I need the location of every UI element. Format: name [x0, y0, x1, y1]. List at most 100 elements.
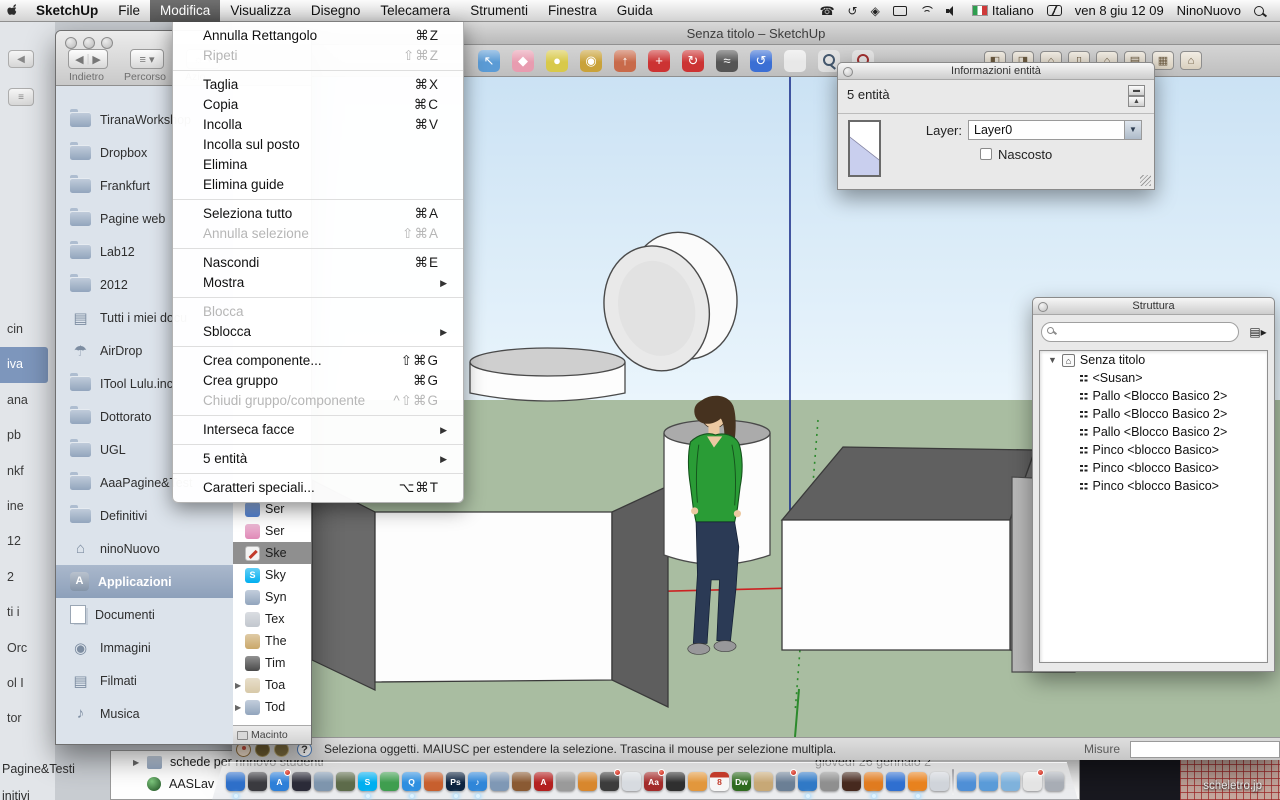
shaded-edges-view-icon[interactable]: ▦ — [1152, 51, 1174, 70]
user-menu[interactable]: NinoNuovo — [1177, 3, 1241, 18]
disclosure-triangle-icon[interactable]: ▶ — [235, 703, 245, 712]
paint-bucket-icon[interactable]: ◉ — [580, 50, 602, 72]
file-row[interactable]: ▶ Tod — [233, 696, 312, 718]
menu-item[interactable]: Chiudi gruppo/componente ^⇧⌘G — [173, 391, 463, 411]
trash-icon[interactable] — [1045, 772, 1064, 791]
acrobat-icon[interactable]: A — [534, 772, 553, 791]
close-icon[interactable] — [843, 67, 853, 77]
layer-dropdown[interactable]: Layer0 ▼ — [968, 120, 1142, 140]
menu-item[interactable]: Elimina — [173, 155, 463, 175]
menubar-menu[interactable]: Guida — [607, 0, 663, 22]
photoshop-icon[interactable]: Ps — [446, 772, 465, 791]
menu-item[interactable]: Annulla selezione ⇧⌘A — [173, 224, 463, 244]
photos-app-icon[interactable] — [314, 772, 333, 791]
tree-root-row[interactable]: ▼ ⌂ Senza titolo — [1040, 351, 1267, 369]
ical-icon[interactable]: 8 — [710, 772, 729, 791]
wireframe-view-icon[interactable]: ⌂ — [1180, 51, 1202, 70]
menu-item[interactable]: Nascondi ⌘E — [173, 253, 463, 273]
pen-app-icon[interactable] — [666, 772, 685, 791]
menu-item[interactable]: Ripeti ⇧⌘Z — [173, 46, 463, 66]
move-icon[interactable]: + — [648, 50, 670, 72]
menu-item[interactable]: 5 entità ▶ — [173, 449, 463, 469]
camera-app-icon[interactable] — [600, 772, 619, 791]
menu-item[interactable] — [173, 70, 463, 71]
pages-icon[interactable] — [688, 772, 707, 791]
tree-item-row[interactable]: Pallo <Blocco Basico 2> — [1040, 387, 1267, 405]
spotlight-icon[interactable] — [1254, 6, 1264, 16]
menu-item[interactable]: Seleziona tutto ⌘A — [173, 204, 463, 224]
sidebar-item[interactable]: A Applicazioni — [56, 565, 233, 598]
sidebar-item[interactable]: ◉ Immagini — [56, 631, 233, 664]
hidden-checkbox[interactable] — [980, 148, 992, 160]
input-language-menu[interactable]: Italiano — [972, 3, 1034, 18]
file-row[interactable]: Ske — [233, 542, 312, 564]
menu-item[interactable] — [173, 415, 463, 416]
disclosure-triangle-icon[interactable]: ▶ — [235, 681, 245, 690]
menu-item[interactable]: Incolla sul posto — [173, 135, 463, 155]
rotate-icon[interactable]: ↻ — [682, 50, 704, 72]
volume-icon[interactable] — [946, 6, 959, 16]
panel-titlebar[interactable]: Informazioni entità — [838, 63, 1154, 80]
menubar-menu[interactable]: Visualizza — [220, 0, 301, 22]
file-row[interactable]: ▶ Toa — [233, 674, 312, 696]
menubar-menu[interactable]: Strumenti — [460, 0, 538, 22]
notebook-icon[interactable] — [754, 772, 773, 791]
accessibility-icon[interactable]: ◈ — [871, 4, 880, 18]
tree-item-row[interactable]: Pallo <Blocco Basico 2> — [1040, 423, 1267, 441]
app-store-icon[interactable]: A — [270, 772, 289, 791]
vlc-icon[interactable] — [908, 772, 927, 791]
compass-app-icon[interactable] — [292, 772, 311, 791]
tree-item-row[interactable]: Pinco <blocco Basico> — [1040, 459, 1267, 477]
gray-circle-app-icon[interactable] — [820, 772, 839, 791]
select-icon[interactable]: ↖ — [478, 50, 500, 72]
sidebar-item[interactable]: ♪ Musica — [56, 697, 233, 730]
menu-item[interactable]: Sblocca ▶ — [173, 322, 463, 342]
scene-box-2[interactable] — [782, 447, 1035, 655]
sidebar-item[interactable]: Definitivi — [56, 499, 233, 532]
eraser-icon[interactable]: ◆ — [512, 50, 534, 72]
menu-item[interactable]: Caratteri speciali... ⌥⌘T — [173, 478, 463, 498]
finder-icon[interactable] — [226, 772, 245, 791]
menu-item[interactable] — [173, 248, 463, 249]
menu-item[interactable]: Elimina guide — [173, 175, 463, 195]
measure-input[interactable] — [1130, 741, 1280, 758]
menu-item[interactable]: Mostra ▶ — [173, 273, 463, 293]
path-button[interactable]: ≡ ▾ — [130, 49, 164, 69]
menubar-clock[interactable]: ven 8 giu 12 09 — [1075, 3, 1164, 18]
file-row[interactable]: Ser — [233, 520, 312, 542]
filter-button[interactable]: ▤▸ — [1248, 322, 1268, 342]
time-machine-icon[interactable]: ↺ — [848, 4, 858, 18]
camo-app-icon[interactable] — [336, 772, 355, 791]
panel-collapse-buttons[interactable]: ▬ ▲ — [1128, 85, 1145, 107]
resize-grip[interactable] — [1140, 175, 1151, 186]
sidebar-item[interactable]: ⌂ ninoNuovo — [56, 532, 233, 565]
file-row[interactable]: Tex — [233, 608, 312, 630]
close-button[interactable] — [65, 37, 77, 49]
menubar-menu[interactable]: SketchUp — [26, 0, 108, 22]
expand-icon[interactable]: ▲ — [1128, 96, 1145, 107]
fox-app-icon[interactable] — [842, 772, 861, 791]
dotted-circle-app-icon[interactable] — [556, 772, 575, 791]
textedit-icon[interactable] — [622, 772, 641, 791]
tree-item-row[interactable]: <Susan> — [1040, 369, 1267, 387]
downloads-stack-icon[interactable] — [1001, 772, 1020, 791]
dock-app-icon[interactable] — [952, 769, 954, 795]
outliner-search-input[interactable] — [1041, 322, 1239, 342]
menu-item[interactable] — [173, 199, 463, 200]
rocket-app-icon[interactable] — [424, 772, 443, 791]
apple-menu[interactable] — [0, 3, 26, 18]
menu-item[interactable]: Taglia ⌘X — [173, 75, 463, 95]
menubar-menu[interactable]: Modifica — [150, 0, 220, 22]
file-row[interactable]: The — [233, 630, 312, 652]
follow-me-icon[interactable]: ≈ — [716, 50, 738, 72]
menu-item[interactable]: Interseca facce ▶ — [173, 420, 463, 440]
scene-box-1[interactable] — [375, 486, 668, 707]
scene-cylinder-small[interactable] — [470, 348, 625, 401]
menu-item[interactable] — [173, 444, 463, 445]
scene-box-left[interactable] — [312, 480, 375, 690]
tree-item-row[interactable]: Pallo <Blocco Basico 2> — [1040, 405, 1267, 423]
phone-icon[interactable]: ☎ — [820, 4, 835, 18]
menubar-menu[interactable]: Finestra — [538, 0, 607, 22]
smart-folder-icon[interactable] — [957, 772, 976, 791]
file-row[interactable]: Syn — [233, 586, 312, 608]
